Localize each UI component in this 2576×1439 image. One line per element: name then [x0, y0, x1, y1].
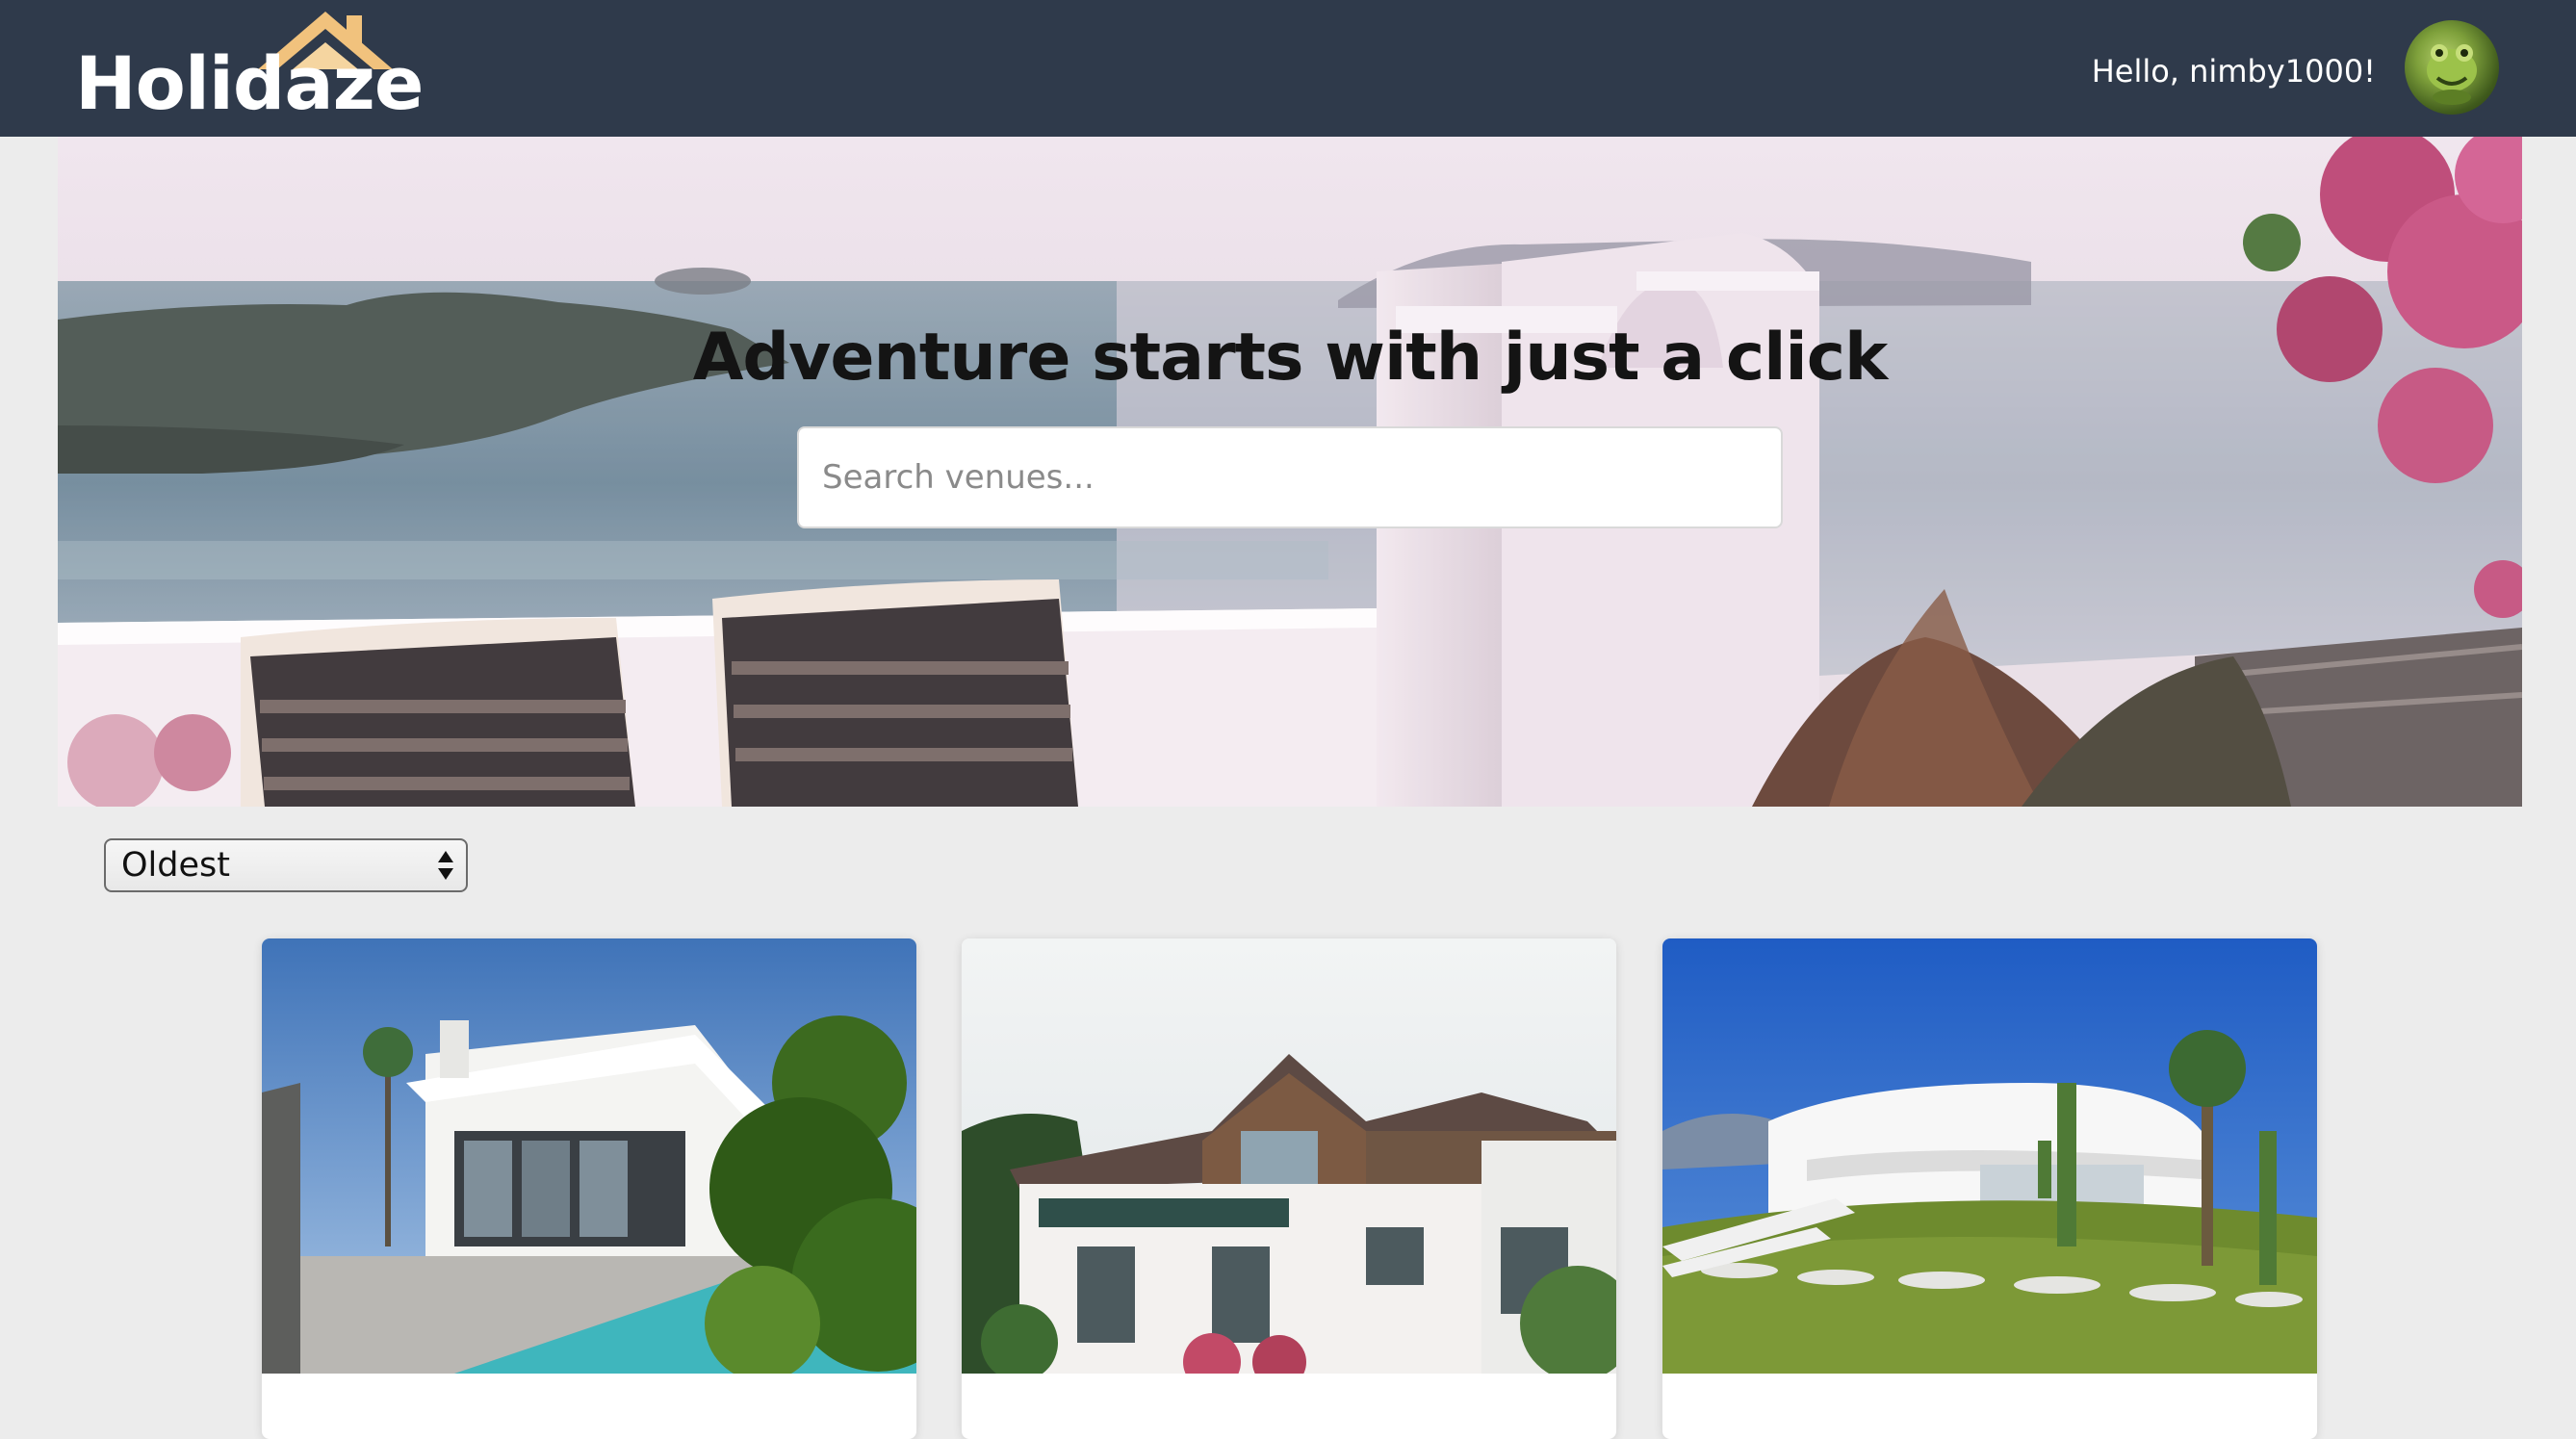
sort-selected-value: Oldest: [121, 846, 230, 885]
venue-image: [262, 938, 916, 1374]
site-header: Holidaze Hello, nimby1000!: [0, 0, 2576, 137]
logo-link[interactable]: Holidaze: [75, 10, 424, 126]
hero-title: Adventure starts with just a click: [692, 320, 1889, 396]
logo-text: Holidaze: [75, 40, 424, 126]
venue-card[interactable]: [1662, 938, 2317, 1439]
select-arrows-icon: [438, 851, 453, 880]
sort-select[interactable]: Oldest: [104, 838, 468, 892]
user-greeting: Hello, nimby1000!: [2091, 53, 2376, 90]
venue-card[interactable]: [262, 938, 916, 1439]
user-avatar[interactable]: [2405, 20, 2499, 115]
venue-card[interactable]: [962, 938, 1616, 1439]
hero-banner: Adventure starts with just a click: [58, 137, 2522, 807]
venue-image: [1662, 938, 2317, 1374]
frog-avatar-icon: [2427, 44, 2477, 105]
search-venues-input[interactable]: [797, 426, 1783, 528]
venue-image: [962, 938, 1616, 1374]
